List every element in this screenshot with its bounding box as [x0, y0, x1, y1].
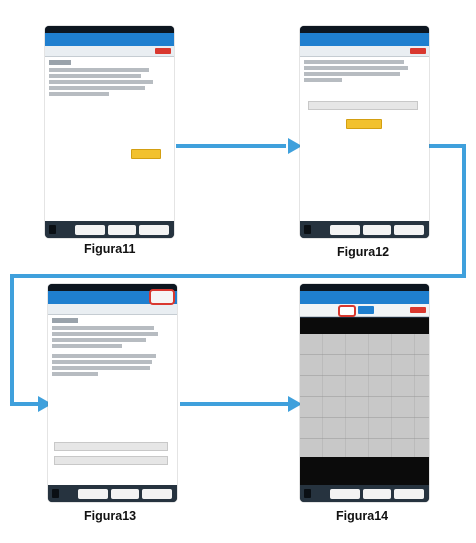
caption-figura11: Figura11: [84, 242, 136, 256]
bottom-toolbar: [300, 485, 429, 502]
close-icon[interactable]: [410, 307, 426, 313]
screenshot-figure-11: [45, 26, 174, 238]
option-field[interactable]: [308, 101, 418, 110]
bottom-toolbar: [45, 221, 174, 238]
caption-figura12: Figura12: [337, 245, 390, 259]
bottom-toolbar: [300, 221, 429, 238]
action-button[interactable]: [346, 119, 382, 129]
bottom-toolbar: [48, 485, 177, 502]
next-button[interactable]: [131, 149, 161, 159]
close-icon[interactable]: [155, 48, 171, 54]
caption-figura13: Figura13: [84, 509, 137, 523]
screenshot-figure-14: [300, 284, 429, 502]
screenshot-figure-13: [48, 284, 177, 502]
option-field[interactable]: [54, 456, 168, 465]
close-icon[interactable]: [410, 48, 426, 54]
password-field[interactable]: [54, 442, 168, 451]
screenshot-figure-12: [300, 26, 429, 238]
caption-figura14: Figura14: [336, 509, 389, 523]
camera-view: [300, 318, 429, 485]
highlight-ring: [149, 289, 175, 305]
highlight-ring: [338, 305, 356, 317]
